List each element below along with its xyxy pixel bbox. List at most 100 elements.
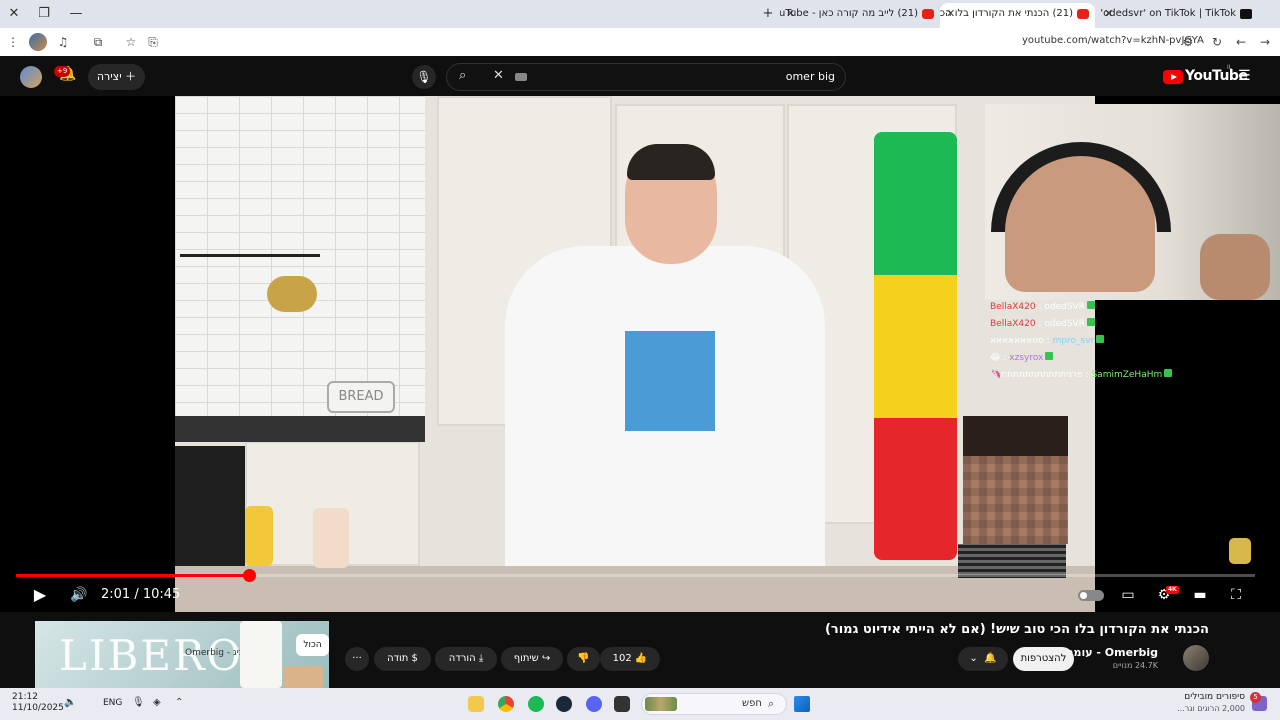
- tab-bar: ✕ ❐ — + ✕ (21) לייב מה קורה כאן - YouTub…: [0, 0, 1280, 28]
- kebab-menu-icon[interactable]: ⋮: [4, 33, 22, 51]
- utensil-rail: [180, 254, 320, 257]
- like-button[interactable]: 102 👍: [600, 647, 660, 671]
- ad-product-bottle: [240, 621, 282, 688]
- clear-search-icon[interactable]: ✕: [493, 68, 504, 83]
- kitchen-tiles: [175, 96, 425, 426]
- volume-icon[interactable]: 🔊: [68, 585, 90, 605]
- keyboard-icon[interactable]: [515, 73, 527, 81]
- tab-live-stream[interactable]: ✕ (21) לייב מה קורה כאן - YouTube: [780, 3, 940, 28]
- taskbar: 21:12 11/10/2025 🔈 ENG 🎙 ◈ ⌃ חפש ⌕ סיפור…: [0, 688, 1280, 720]
- crown-emblem-icon: [1229, 538, 1251, 564]
- profile-icon[interactable]: [29, 33, 47, 51]
- news-badge: 5: [1250, 692, 1261, 703]
- shirt-print: [625, 331, 715, 431]
- language-indicator[interactable]: ENG: [103, 698, 122, 708]
- search-box[interactable]: ⌕ ✕ omer big: [446, 63, 846, 91]
- colander: [267, 276, 317, 312]
- ad-thumbnail: [283, 666, 323, 688]
- video-info: הכנתי את הקורדון בלו הכי טוב שיש! (אם לא…: [0, 612, 1280, 688]
- search-icon: ⌕: [768, 697, 775, 710]
- oven: [175, 446, 245, 566]
- thumbs-down-icon: 👎: [577, 653, 590, 664]
- thanks-button[interactable]: תודה $: [374, 647, 431, 671]
- subscribe-notifications-button[interactable]: ⌄ 🔔: [958, 647, 1008, 671]
- chat-badge-icon: [1096, 335, 1105, 343]
- chrome-icon[interactable]: [498, 696, 514, 712]
- time-display: 2:01 / 10:45: [101, 587, 181, 602]
- windows-start-icon[interactable]: [794, 696, 810, 712]
- restore-window-icon[interactable]: ❐: [34, 4, 54, 24]
- download-icon: ⤓: [478, 653, 484, 664]
- streamer-webcam: [985, 104, 1280, 300]
- dislike-button[interactable]: 👎: [567, 647, 600, 671]
- ad-banner[interactable]: LIBERO עומר ביג - Omerbig: [35, 621, 329, 688]
- tiktok-favicon-icon: [1240, 9, 1252, 19]
- subtitles-icon[interactable]: ▭: [1118, 585, 1138, 605]
- notifications-badge: +9: [54, 66, 71, 77]
- chip-all[interactable]: הכול: [296, 634, 329, 656]
- theater-mode-icon[interactable]: ▬: [1190, 585, 1210, 605]
- tab-current-video[interactable]: ✕ (21) הכנתי את הקורדון בלו הכי...: [940, 3, 1095, 28]
- pixelated-face: [963, 416, 1068, 544]
- microphone-icon[interactable]: 🎙: [132, 697, 145, 708]
- terminal-icon[interactable]: [614, 696, 630, 712]
- chat-message: SamimZeHaHm : פרגיתתתתתתתתתתת🦄: [990, 367, 1250, 384]
- download-button[interactable]: הורדה ⤓: [435, 647, 497, 671]
- app-tray-icon[interactable]: ◈: [153, 697, 161, 708]
- back-icon[interactable]: ←: [1232, 33, 1250, 51]
- meter-green: [874, 132, 957, 275]
- search-icon[interactable]: ⌕: [459, 68, 466, 83]
- bookmark-star-icon[interactable]: ☆: [122, 33, 140, 51]
- site-settings-icon[interactable]: ⚙: [1179, 33, 1197, 51]
- progress-scrubber[interactable]: [242, 569, 256, 582]
- news-widget-title[interactable]: סיפורים מובילים: [1184, 692, 1245, 702]
- play-icon[interactable]: ▶: [30, 585, 50, 605]
- person-hair: [627, 144, 715, 180]
- voice-search-icon[interactable]: 🎙: [412, 65, 436, 89]
- spotify-icon[interactable]: [528, 696, 544, 712]
- youtube-favicon-icon: [1077, 9, 1089, 19]
- fullscreen-icon[interactable]: ⛶: [1226, 585, 1246, 605]
- menu-icon[interactable]: ☰: [1238, 68, 1251, 84]
- video-frame[interactable]: BREAD: [175, 96, 1095, 612]
- reload-icon[interactable]: ↻: [1208, 33, 1226, 51]
- chat-message: BellaX420 : odedSVR: [990, 316, 1250, 333]
- chat-badge-icon: [1164, 369, 1173, 377]
- progress-bar[interactable]: [16, 569, 1255, 582]
- chevron-up-icon[interactable]: ⌃: [175, 697, 183, 708]
- extensions-icon[interactable]: ⧉: [89, 33, 107, 51]
- autoplay-toggle[interactable]: [1078, 590, 1104, 601]
- taskbar-search[interactable]: חפש ⌕: [641, 693, 787, 715]
- screenshot-icon[interactable]: ⎘: [144, 33, 162, 51]
- join-button[interactable]: להצטרפות: [1013, 647, 1074, 671]
- steam-icon[interactable]: [556, 696, 572, 712]
- share-button[interactable]: שיתוף ↪: [501, 647, 563, 671]
- paint-app-icon[interactable]: [468, 696, 484, 712]
- avatar[interactable]: [20, 66, 42, 88]
- new-tab-icon[interactable]: +: [758, 4, 778, 24]
- search-input[interactable]: omer big: [786, 70, 835, 83]
- tab-tiktok[interactable]: ✕ Find 'odedsvr' on TikTok | TikTok: [1098, 3, 1258, 28]
- speaker-icon[interactable]: 🔈: [64, 697, 76, 708]
- chat-message: xzsyrox : 😂: [990, 350, 1250, 367]
- minimize-window-icon[interactable]: —: [66, 4, 86, 24]
- create-button[interactable]: יצירה ＋: [88, 64, 145, 90]
- forward-icon[interactable]: →: [1256, 33, 1274, 51]
- dollar-icon: $: [411, 653, 418, 664]
- discord-icon[interactable]: [586, 696, 602, 712]
- address-bar: ⋮ ♫ ⧉ ☆ ⎘ youtube.com/watch?v=kzhN-pvJGY…: [0, 28, 1280, 56]
- video-player[interactable]: BREAD BellaX420 : odedSVR BellaX420 : od…: [0, 96, 1280, 612]
- clock[interactable]: 21:12 11/10/2025: [12, 692, 64, 714]
- channel-avatar[interactable]: [1183, 645, 1209, 671]
- url-field[interactable]: youtube.com/watch?v=kzhN-pvJGYA: [1022, 35, 1204, 46]
- video-title: הכנתי את הקורדון בלו הכי טוב שיש! (אם לא…: [824, 622, 1209, 637]
- jar: [245, 506, 273, 566]
- more-actions-button[interactable]: ···: [345, 647, 369, 671]
- counter-top: [175, 566, 1095, 612]
- youtube-play-logo-icon: [1163, 70, 1183, 84]
- stream-chat-overlay: BellaX420 : odedSVR BellaX420 : odedSVR …: [990, 299, 1250, 384]
- close-window-icon[interactable]: ✕: [4, 4, 24, 24]
- search-highlight-image: [645, 697, 677, 711]
- share-icon: ↪: [541, 653, 551, 664]
- media-controls-icon[interactable]: ♫: [54, 33, 72, 51]
